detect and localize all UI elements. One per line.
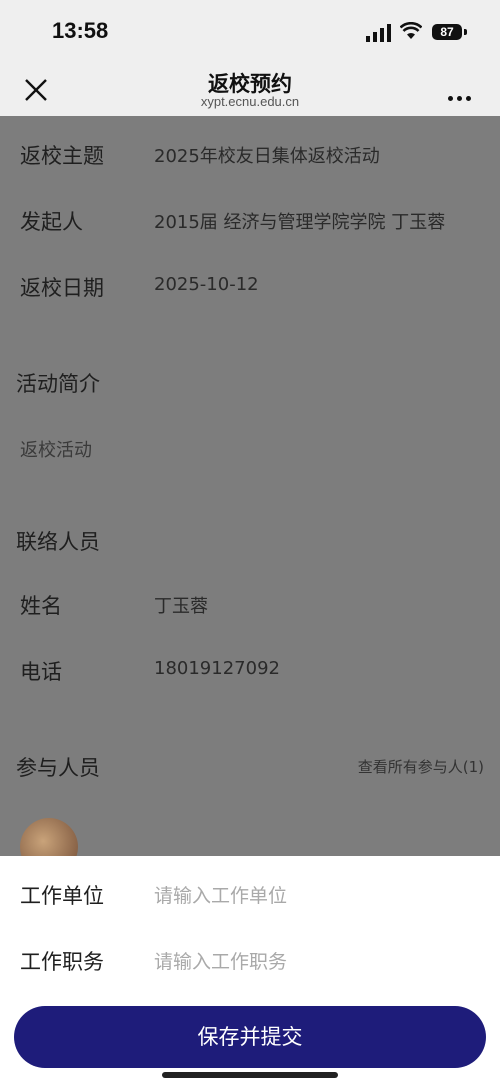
battery-tip <box>464 29 467 35</box>
section-title-contact: 联络人员 <box>16 530 100 554</box>
home-indicator <box>162 1072 338 1078</box>
detail-label: 返校主题 <box>20 144 104 168</box>
detail-value: 丁玉蓉 <box>154 596 208 617</box>
status-time: 13:58 <box>52 18 109 43</box>
wifi-icon <box>400 22 422 39</box>
work-unit-label: 工作单位 <box>20 884 104 908</box>
navigation-bar: 返校预约 xypt.ecnu.edu.cn <box>0 62 500 116</box>
detail-label: 姓名 <box>20 594 62 618</box>
detail-label: 返校日期 <box>20 276 104 300</box>
intro-text: 返校活动 <box>20 440 92 461</box>
detail-value: 2025年校友日集体返校活动 <box>154 146 380 167</box>
more-options-icon[interactable] <box>448 86 478 101</box>
contact-row-name: 姓名 丁玉蓉 <box>0 590 500 630</box>
save-and-submit-button[interactable]: 保存并提交 <box>14 1006 486 1068</box>
contact-row-phone: 电话 18019127092 <box>0 656 500 696</box>
work-unit-input[interactable] <box>154 878 474 914</box>
detail-row-organizer: 发起人 2015届 经济与管理学院学院 丁玉蓉 <box>0 206 500 246</box>
status-bar: 13:58 87 <box>0 0 500 62</box>
battery-icon: 87 <box>432 24 462 40</box>
view-all-participants-link[interactable]: 查看所有参与人(1) <box>358 756 484 777</box>
position-label: 工作职务 <box>20 950 104 974</box>
detail-row-date: 返校日期 2025-10-12 <box>0 272 500 312</box>
detail-label: 电话 <box>20 660 62 684</box>
detail-value: 18019127092 <box>154 658 280 679</box>
section-title-intro: 活动简介 <box>16 372 100 396</box>
participant-avatar[interactable] <box>20 818 78 856</box>
position-input[interactable] <box>154 944 474 980</box>
event-details: 返校主题 2025年校友日集体返校活动 发起人 2015届 经济与管理学院学院 … <box>0 116 500 856</box>
section-title-participants: 参与人员 <box>16 756 100 780</box>
bottom-form-sheet: 工作单位 工作职务 保存并提交 <box>0 856 500 1082</box>
cellular-signal-icon <box>366 24 391 42</box>
detail-value: 2025-10-12 <box>154 274 259 295</box>
detail-row-theme: 返校主题 2025年校友日集体返校活动 <box>0 140 500 180</box>
detail-label: 发起人 <box>20 210 83 234</box>
page-domain: xypt.ecnu.edu.cn <box>200 94 300 109</box>
detail-value: 2015届 经济与管理学院学院 丁玉蓉 <box>154 212 446 233</box>
